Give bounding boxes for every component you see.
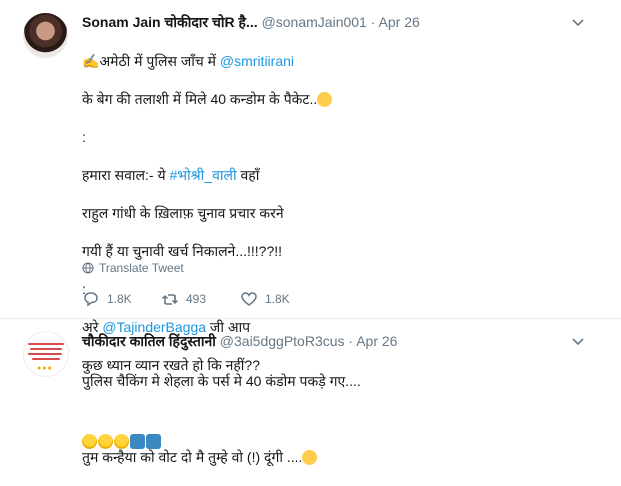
avatar[interactable] xyxy=(23,13,68,58)
globe-icon xyxy=(82,262,94,274)
tweet-actions: 1.8K 493 1.8K xyxy=(82,290,319,308)
tweet[interactable]: ●●● चौकीदार कातिल हिंदुस्तानी @3ai5dggPt… xyxy=(0,319,621,465)
retweet-button[interactable]: 493 xyxy=(161,290,240,308)
tweet-line: राहुल गांधी के ख़िलाफ़ चुनाव प्रचार करने xyxy=(82,205,284,221)
author-handle[interactable]: @sonamJain001 xyxy=(262,14,367,30)
author-name[interactable]: Sonam Jain चोकीदार चोR है... xyxy=(82,14,258,30)
tweet-header: Sonam Jain चोकीदार चोR है... @sonamJain0… xyxy=(82,13,581,31)
avatar-text-line xyxy=(30,348,62,350)
text-span: के बेग की तलाशी में मिले 40 कन्डोम के पै… xyxy=(82,91,318,107)
tweet-line: ✍अमेठी में पुलिस जाँच में @smritiirani xyxy=(82,52,597,71)
tweet-line: : xyxy=(82,129,86,145)
retweet-count: 493 xyxy=(186,292,207,306)
hashtag-link[interactable]: #भोश्री_वाली xyxy=(170,167,237,183)
text-span: अमेठी में पुलिस जाँच में xyxy=(99,53,220,69)
separator-dot: · xyxy=(370,14,376,30)
caret-down-icon[interactable] xyxy=(571,15,585,29)
tweet-line: तुम कन्हैया को वोट दो मै तुम्हे वो (!) द… xyxy=(82,448,597,467)
thinking-emoji-icon xyxy=(302,450,318,465)
text-span: हमारा सवाल:- ये xyxy=(82,167,170,183)
text-span: तुम कन्हैया को वोट दो मै तुम्हे वो (!) द… xyxy=(82,449,303,465)
avatar-text-line xyxy=(28,343,64,345)
retweet-icon xyxy=(161,294,179,305)
like-button[interactable]: 1.8K xyxy=(240,290,319,308)
like-icon xyxy=(241,292,257,306)
mention-link[interactable]: @smritiirani xyxy=(220,53,294,69)
text-span: वहाँ xyxy=(236,167,260,183)
translate-tweet-link[interactable]: Translate Tweet xyxy=(82,261,184,275)
tweet-text: पुलिस चैकिंग मे शेहला के पर्स मे 40 कंडो… xyxy=(82,353,597,486)
translate-label[interactable]: Translate Tweet xyxy=(99,261,184,275)
tweet-header: चौकीदार कातिल हिंदुस्तानी @3ai5dggPtoR3c… xyxy=(82,332,581,350)
avatar-text-line xyxy=(28,353,62,355)
tweet-line: गयी हैं या चुनावी खर्च निकालने...!!!??!! xyxy=(82,243,283,259)
tweet[interactable]: Sonam Jain चोकीदार चोR है... @sonamJain0… xyxy=(0,0,621,449)
pen-emoji-icon: ✍ xyxy=(82,53,100,69)
tweet-timestamp[interactable]: Apr 26 xyxy=(379,14,420,30)
tweet-line: हमारा सवाल:- ये #भोश्री_वाली वहाँ xyxy=(82,166,597,185)
reply-count: 1.8K xyxy=(107,292,132,306)
author-handle[interactable]: @3ai5dggPtoR3cus xyxy=(220,333,345,349)
avatar[interactable]: ●●● xyxy=(23,331,69,377)
like-count: 1.8K xyxy=(265,292,290,306)
separator-dot: · xyxy=(348,333,354,349)
avatar-emoji-row: ●●● xyxy=(37,365,53,372)
reply-button[interactable]: 1.8K xyxy=(82,290,161,308)
author-name[interactable]: चौकीदार कातिल हिंदुस्तानी xyxy=(82,333,216,349)
avatar-text-line xyxy=(32,358,60,360)
tweet-line: के बेग की तलाशी में मिले 40 कन्डोम के पै… xyxy=(82,90,597,109)
tweet-timestamp[interactable]: Apr 26 xyxy=(356,333,397,349)
smile-emoji-icon xyxy=(317,92,333,107)
reply-icon xyxy=(84,292,98,307)
tweet-line: पुलिस चैकिंग मे शेहला के पर्स मे 40 कंडो… xyxy=(82,373,361,389)
caret-down-icon[interactable] xyxy=(571,334,585,348)
